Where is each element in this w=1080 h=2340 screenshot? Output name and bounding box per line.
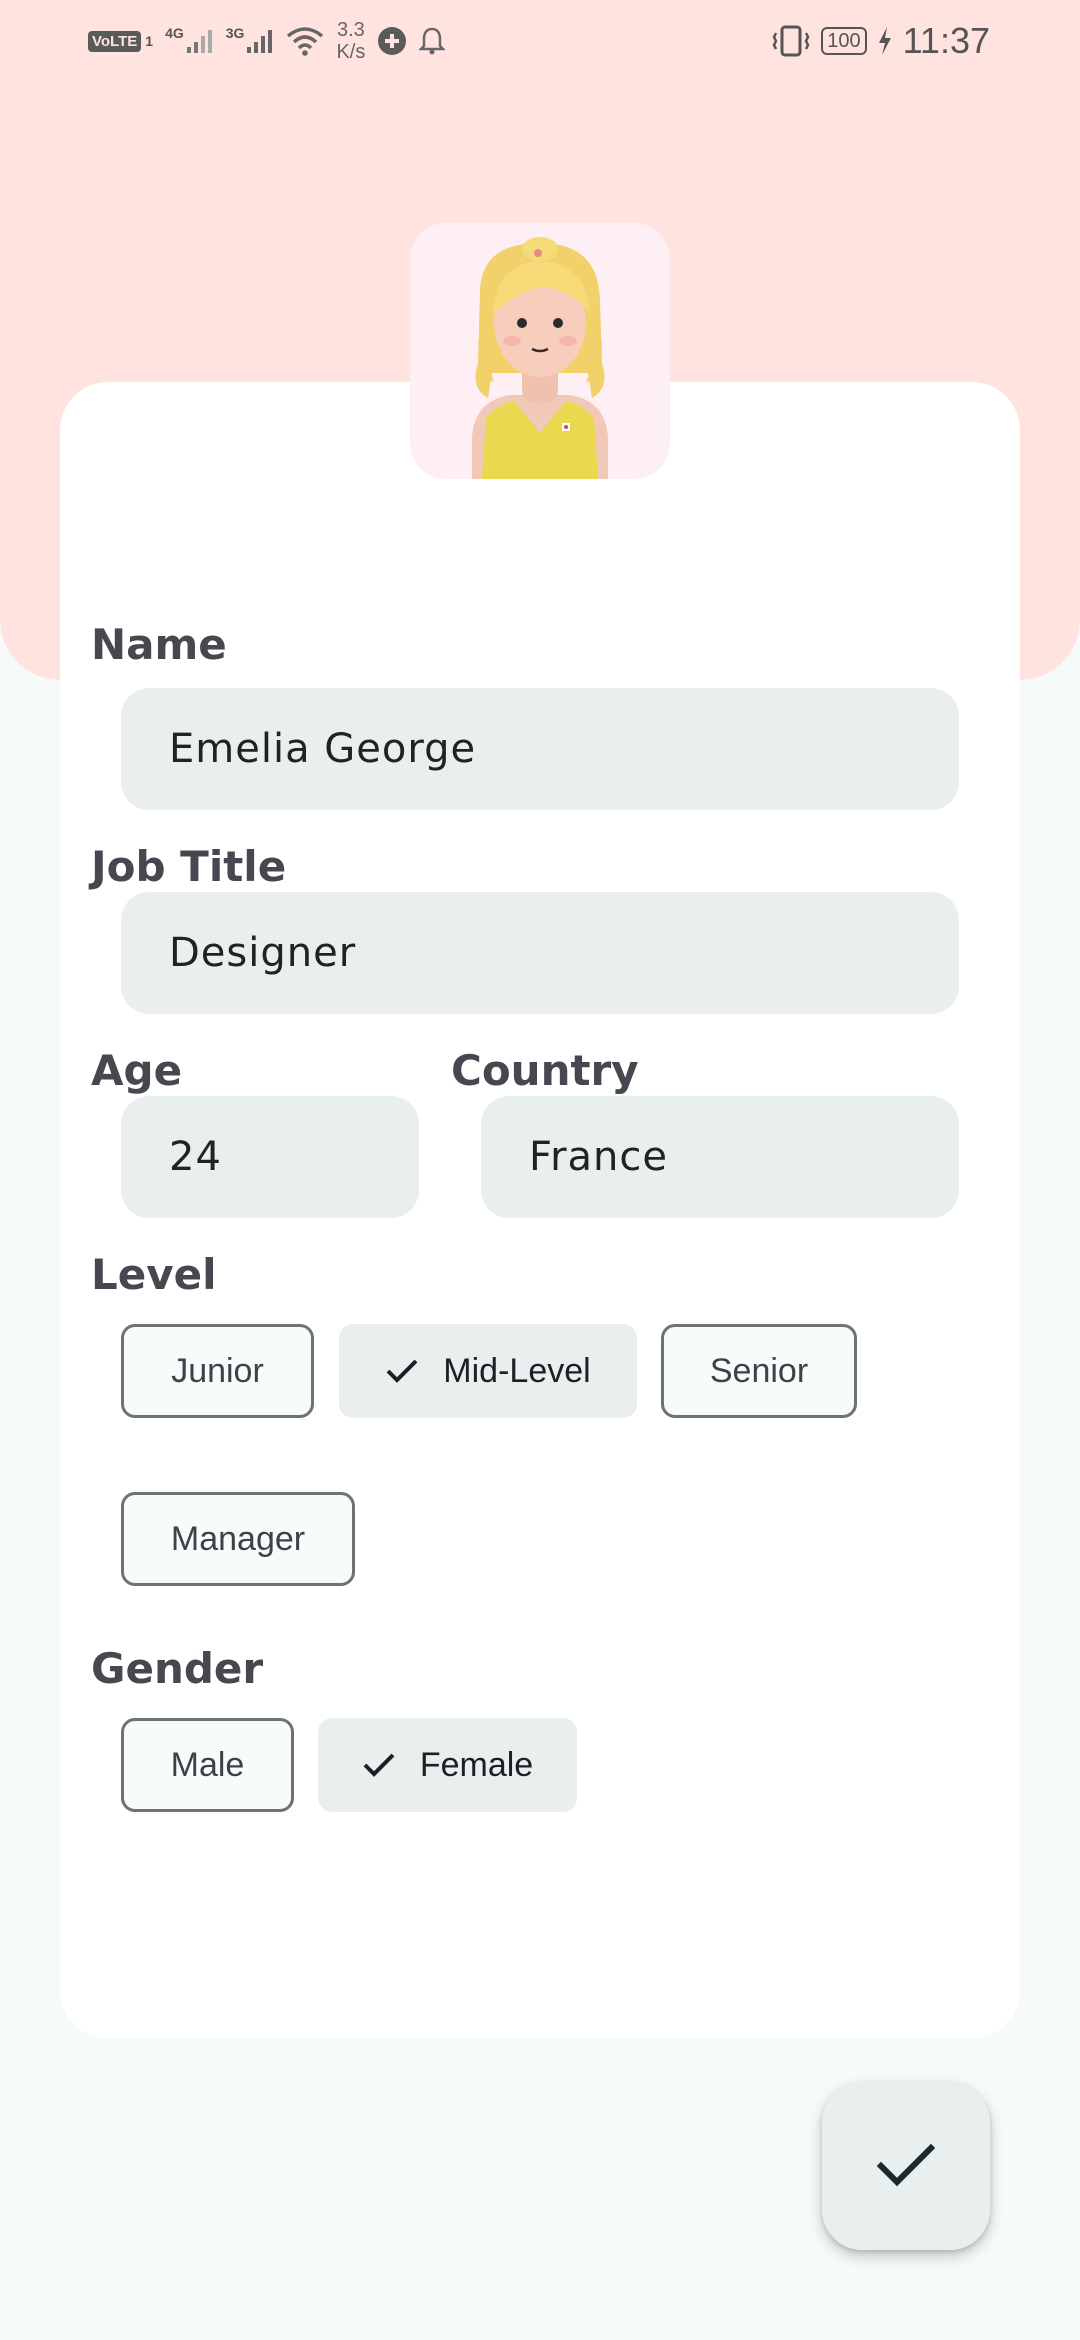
country-input[interactable]: France	[481, 1096, 959, 1218]
gender-chip-female[interactable]: Female	[318, 1718, 577, 1812]
status-bar: VoLTE 1 4G 3G 3.3 K/s 100 11:37	[0, 0, 1080, 80]
age-label: Age	[91, 1046, 183, 1095]
avatar-illustration	[472, 237, 608, 479]
level-chip-label: Junior	[171, 1351, 264, 1390]
wifi-icon	[287, 27, 324, 56]
volte-badge: VoLTE	[88, 30, 142, 52]
speed-value: 3.3	[337, 19, 365, 41]
level-chip-label: Senior	[709, 1351, 809, 1390]
sim-number: 1	[145, 33, 154, 49]
signal-icon	[247, 30, 273, 53]
gender-chip-label: Female	[419, 1745, 534, 1784]
level-chip-senior[interactable]: Senior	[661, 1324, 857, 1418]
save-fab-button[interactable]	[822, 2082, 990, 2250]
network-4g-label: 4G	[165, 25, 184, 41]
gender-chip-label: Male	[170, 1745, 245, 1784]
status-bar-left: VoLTE 1 4G 3G 3.3 K/s	[88, 16, 446, 66]
battery-indicator: 100	[821, 27, 867, 55]
level-chip-manager[interactable]: Manager	[121, 1492, 355, 1586]
level-chip-mid-level[interactable]: Mid-Level	[339, 1324, 637, 1418]
country-label: Country	[451, 1046, 639, 1095]
name-input[interactable]: Emelia George	[121, 688, 959, 810]
notification-bell-icon	[419, 27, 446, 55]
level-chip-label: Manager	[170, 1519, 306, 1558]
job-title-input[interactable]: Designer	[121, 892, 959, 1014]
name-label: Name	[91, 620, 227, 669]
gender-chip-male[interactable]: Male	[121, 1718, 294, 1812]
status-bar-right: 100 11:37	[771, 16, 990, 66]
level-label: Level	[91, 1250, 217, 1299]
check-icon	[385, 1358, 419, 1384]
check-icon	[877, 2144, 935, 2187]
gender-label: Gender	[91, 1644, 264, 1693]
network-speed: 3.3 K/s	[336, 19, 365, 63]
speed-unit: K/s	[336, 41, 366, 63]
vibrate-icon	[772, 25, 810, 57]
charging-icon	[878, 27, 891, 55]
check-icon	[362, 1752, 396, 1778]
network-3g-label: 3G	[225, 25, 245, 41]
age-input[interactable]: 24	[121, 1096, 419, 1218]
add-circle-icon	[378, 27, 407, 55]
signal-icon	[186, 30, 212, 53]
clock: 11:37	[902, 20, 990, 61]
avatar[interactable]	[410, 223, 670, 479]
job-title-label: Job Title	[91, 842, 287, 891]
level-chip-label: Mid-Level	[443, 1351, 591, 1390]
level-chip-junior[interactable]: Junior	[121, 1324, 314, 1418]
